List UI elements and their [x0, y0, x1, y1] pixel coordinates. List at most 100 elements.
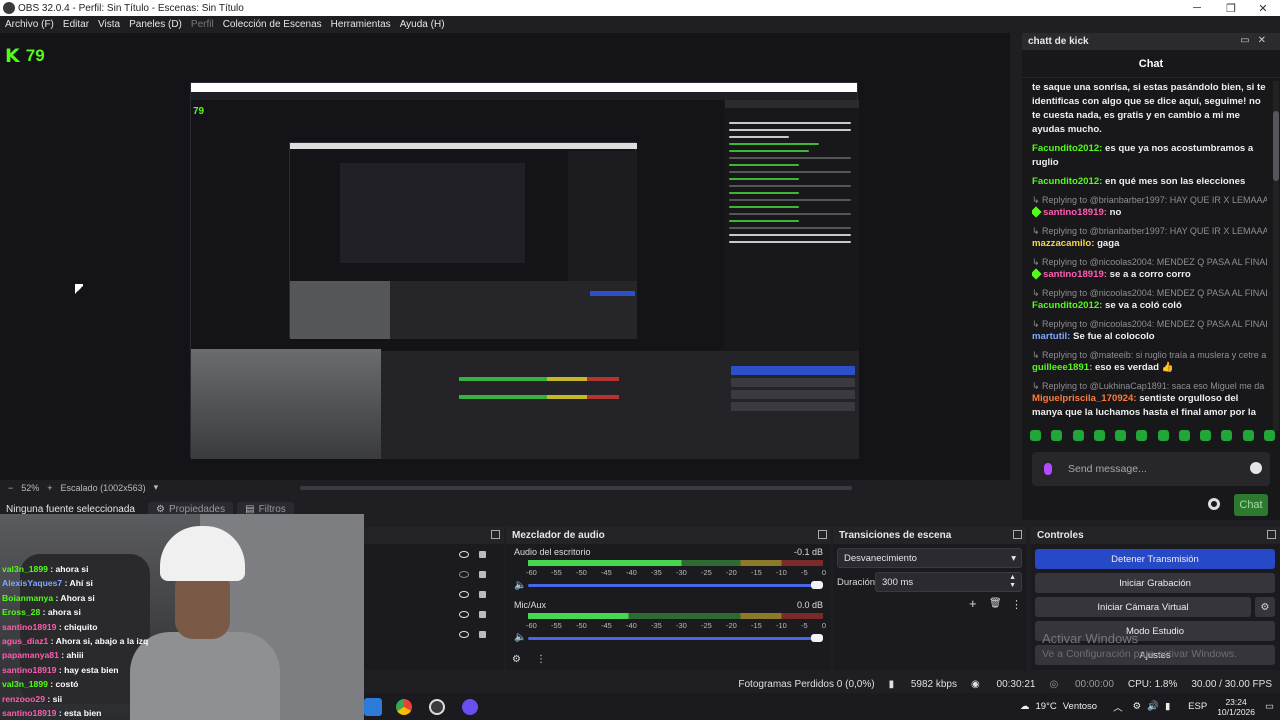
menu-archivo[interactable]: Archivo (F)	[5, 19, 54, 30]
menu-paneles[interactable]: Paneles (D)	[129, 19, 182, 30]
sources-dock-popout-icon[interactable]	[491, 530, 500, 539]
lock-icon[interactable]	[479, 611, 486, 618]
send-message-input[interactable]: Send message...	[1032, 452, 1270, 486]
chat-send-button[interactable]: Chat	[1234, 494, 1268, 516]
emote-icon[interactable]	[1221, 430, 1233, 441]
visibility-eye-icon[interactable]	[459, 611, 469, 618]
start-virtual-camera-button[interactable]: Iniciar Cámara Virtual	[1035, 597, 1251, 617]
minimize-button[interactable]: ─	[1180, 0, 1214, 16]
system-tray: ☁ 19°C Ventoso ︿ ⚙🔊▮ ESP 23:24 10/1/2026…	[1020, 693, 1274, 720]
emote-icon[interactable]	[1093, 430, 1105, 441]
emote-icon[interactable]	[1178, 430, 1190, 441]
mic-volume-slider[interactable]	[528, 637, 818, 640]
chat-username[interactable]: martutil:	[1032, 331, 1073, 342]
sources-dock	[364, 527, 504, 670]
transitions-dock: Transiciones de escena Desvanecimiento ▾…	[833, 527, 1026, 670]
mixer-popout-icon[interactable]	[818, 530, 827, 539]
virtual-camera-settings-icon[interactable]: ⚙	[1255, 597, 1275, 617]
duration-input[interactable]: 300 ms ▲ ▼	[875, 572, 1022, 592]
chat-username[interactable]: guilleee1891:	[1032, 362, 1095, 373]
chat-scrollbar[interactable]	[1273, 81, 1279, 431]
obs-app-icon[interactable]	[429, 698, 445, 715]
visibility-eye-icon[interactable]	[459, 631, 469, 638]
visibility-eye-icon[interactable]	[459, 591, 469, 598]
discord-app-icon[interactable]	[462, 698, 478, 715]
menu-editar[interactable]: Editar	[63, 19, 89, 30]
lock-icon[interactable]	[479, 591, 486, 598]
mixer-settings-icon[interactable]: ⚙	[512, 654, 521, 665]
language-indicator[interactable]: ESP	[1188, 701, 1207, 712]
clock[interactable]: 23:24 10/1/2026	[1217, 697, 1255, 717]
controls-popout-icon[interactable]	[1267, 530, 1276, 539]
meter-scale-tick: -60	[526, 621, 537, 630]
emote-icon[interactable]	[1157, 430, 1169, 441]
tray-icons[interactable]: ⚙🔊▮	[1133, 701, 1177, 712]
mail-app-icon[interactable]	[364, 697, 382, 716]
menu-vista[interactable]: Vista	[98, 19, 120, 30]
visibility-hidden-icon[interactable]	[459, 571, 469, 578]
zoom-mode[interactable]: Escalado (1002x563)	[61, 483, 146, 493]
emote-icon[interactable]	[1072, 430, 1084, 441]
chat-username[interactable]: Miguelpriscila_170924:	[1032, 393, 1139, 404]
chat-username[interactable]: Facundito2012:	[1032, 176, 1105, 187]
meter-scale-tick: -50	[576, 621, 587, 630]
chat-dock-title: chatt de kick	[1028, 36, 1089, 47]
notification-icon[interactable]: ▭	[1265, 701, 1274, 712]
lock-icon[interactable]	[479, 551, 486, 558]
add-transition-icon[interactable]: +	[969, 596, 977, 611]
stop-streaming-button[interactable]: Detener Transmisión	[1035, 549, 1275, 569]
start-recording-button[interactable]: Iniciar Grabación	[1035, 573, 1275, 593]
overlay-chat-line: papamanya81 : ahiii	[2, 648, 242, 662]
emote-icon[interactable]	[1263, 430, 1275, 441]
chat-text: eso es verdad 👍	[1094, 362, 1174, 373]
duration-stepper[interactable]: ▲ ▼	[1009, 574, 1016, 590]
microphone-icon[interactable]	[1044, 463, 1052, 475]
chat-username[interactable]: Facundito2012:	[1032, 300, 1105, 311]
emote-icon[interactable]	[1030, 430, 1041, 441]
close-button[interactable]: ✕	[1246, 0, 1280, 16]
properties-label: Propiedades	[168, 503, 226, 515]
chat-settings-icon[interactable]	[1208, 498, 1220, 510]
delete-transition-icon[interactable]: 🗑	[989, 598, 1002, 609]
chat-username[interactable]: santino18919:	[1043, 207, 1110, 218]
chat-username[interactable]: Facundito2012:	[1032, 143, 1105, 154]
speaker-icon[interactable]: 🔈	[514, 632, 526, 643]
mic-volume-knob[interactable]	[811, 634, 823, 642]
overlay-chat-line: Boianmanya : Ahora si	[2, 591, 242, 605]
emote-icon[interactable]	[1242, 430, 1254, 441]
menu-coleccion-escenas[interactable]: Colección de Escenas	[223, 19, 322, 30]
nested-webcam	[191, 349, 381, 459]
mixer-menu-icon[interactable]: ⋮	[536, 654, 546, 665]
meter-scale-tick: -40	[626, 568, 637, 577]
emote-icon[interactable]	[1115, 430, 1127, 441]
zoom-out-button[interactable]: −	[8, 483, 13, 493]
transitions-popout-icon[interactable]	[1013, 530, 1022, 539]
desktop-volume-slider[interactable]	[528, 584, 818, 587]
visibility-eye-icon[interactable]	[459, 551, 469, 558]
menu-ayuda[interactable]: Ayuda (H)	[400, 19, 445, 30]
emote-icon[interactable]	[1200, 430, 1212, 441]
chat-username[interactable]: santino18919:	[1043, 269, 1110, 280]
emote-icon[interactable]	[1051, 430, 1063, 441]
lock-icon[interactable]	[479, 571, 486, 578]
maximize-button[interactable]: ❐	[1214, 0, 1248, 16]
speaker-icon[interactable]: 🔈	[514, 580, 526, 591]
tray-chevron-icon[interactable]: ︿	[1113, 700, 1123, 714]
zoom-mode-chevron-icon[interactable]: ▾	[154, 482, 159, 493]
lock-icon[interactable]	[479, 631, 486, 638]
transition-select[interactable]: Desvanecimiento ▾	[837, 548, 1022, 568]
bitrate-value: 5982 kbps	[910, 678, 957, 690]
desktop-volume-knob[interactable]	[811, 581, 823, 589]
zoom-in-button[interactable]: +	[47, 483, 52, 493]
menu-perfil[interactable]: Perfil	[191, 19, 214, 30]
emote-icon[interactable]	[1136, 430, 1148, 441]
dock-controls[interactable]: ▭✕	[1240, 35, 1274, 46]
chrome-app-icon[interactable]	[396, 698, 412, 715]
transition-menu-icon[interactable]: ⋮	[1011, 598, 1022, 611]
audio-mixer-dock: Mezclador de audio Audio del escritorio …	[506, 527, 831, 670]
meter-scale-tick: -35	[651, 568, 662, 577]
menu-herramientas[interactable]: Herramientas	[331, 19, 391, 30]
preview-hscrollbar[interactable]	[300, 486, 852, 490]
chat-username[interactable]: mazzacamilo:	[1032, 238, 1097, 249]
emoji-icon[interactable]	[1250, 462, 1262, 474]
